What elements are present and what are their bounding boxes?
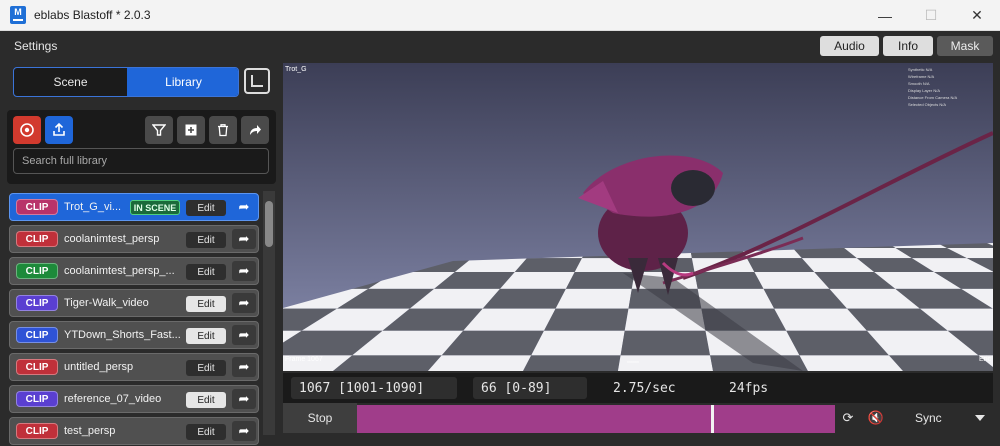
- list-item[interactable]: CLIP YTDown_Shorts_Fast... Edit ➦: [9, 321, 259, 349]
- mask-button[interactable]: Mask: [937, 36, 993, 56]
- fps-readout: 24fps: [729, 381, 769, 396]
- library-scrollbar[interactable]: [263, 191, 275, 435]
- library-toolbar: [7, 110, 276, 184]
- viewport-scene: [283, 63, 993, 371]
- floor-tile: [517, 355, 621, 371]
- local-frame: 66 [0-89]: [473, 377, 587, 399]
- clip-name: reference_07_video: [64, 393, 162, 405]
- frame-label: Frame 1067: [285, 356, 323, 363]
- list-item[interactable]: CLIP coolanimtest_persp Edit ➦: [9, 225, 259, 253]
- playback-info-bar: 1067 [1001-1090] 66 [0-89] 2.75/sec 24fp…: [283, 373, 993, 403]
- list-item[interactable]: CLIP Trot_G_vi... IN SCENE Edit ➦: [9, 193, 259, 221]
- edit-button[interactable]: Edit: [186, 392, 226, 408]
- trash-icon[interactable]: [209, 116, 237, 144]
- tab-scene[interactable]: Scene: [14, 68, 127, 96]
- clip-badge: CLIP: [16, 263, 58, 279]
- floor-tile: [544, 308, 629, 331]
- sync-select[interactable]: Sync: [915, 411, 942, 425]
- clip-badge: CLIP: [16, 359, 58, 375]
- add-icon[interactable]: [177, 116, 205, 144]
- clip-badge: CLIP: [16, 391, 58, 407]
- minimize-button[interactable]: —: [862, 0, 908, 31]
- scene-library-toggle: Scene Library: [13, 67, 239, 97]
- camera-label: Trot_G: [285, 66, 307, 73]
- in-scene-badge: IN SCENE: [130, 200, 180, 215]
- clip-name: YTDown_Shorts_Fast...: [64, 329, 181, 341]
- scrollbar-thumb[interactable]: [265, 201, 273, 247]
- share-icon[interactable]: ➦: [232, 229, 256, 249]
- floor-tile: [889, 355, 993, 371]
- tab-library[interactable]: Library: [127, 68, 238, 96]
- edit-button[interactable]: Edit: [186, 232, 226, 248]
- edit-button[interactable]: Edit: [186, 296, 226, 312]
- clip-badge: CLIP: [16, 327, 58, 343]
- floor-tile: [620, 330, 711, 356]
- library-panel: Scene Library CLIP Trot_G_vi... IN SC: [0, 60, 283, 446]
- edit-button[interactable]: Edit: [186, 200, 226, 216]
- clip-name: Tiger-Walk_video: [64, 297, 149, 309]
- settings-menu[interactable]: Settings: [14, 39, 57, 53]
- upload-icon[interactable]: [45, 116, 73, 144]
- edit-button[interactable]: Edit: [186, 424, 226, 440]
- clip-name: test_persp: [64, 425, 116, 437]
- expand-icon[interactable]: [244, 68, 270, 94]
- timeline-bar: Stop ⟳ 🔇 Sync: [283, 403, 995, 433]
- filter-icon[interactable]: [145, 116, 173, 144]
- share-icon[interactable]: ➦: [232, 325, 256, 345]
- share-icon[interactable]: [241, 116, 269, 144]
- search-field[interactable]: [13, 148, 269, 174]
- clip-name: coolanimtest_persp: [64, 233, 160, 245]
- share-icon[interactable]: ➦: [232, 389, 256, 409]
- info-button[interactable]: Info: [883, 36, 933, 56]
- share-icon[interactable]: ➦: [232, 261, 256, 281]
- list-item[interactable]: CLIP coolanimtest_persp_... Edit ➦: [9, 257, 259, 285]
- clip-name: untitled_persp: [64, 361, 134, 373]
- playhead[interactable]: [711, 405, 714, 433]
- timeline-track[interactable]: [357, 405, 835, 433]
- share-icon[interactable]: ➦: [232, 197, 256, 217]
- 3d-viewport[interactable]: Trot_G Frame 1067 xxxxxx Eric Synthetic …: [283, 63, 993, 371]
- list-item[interactable]: CLIP test_persp Edit ➦: [9, 417, 259, 445]
- loop-icon[interactable]: ⟳: [839, 409, 857, 427]
- share-icon[interactable]: ➦: [232, 357, 256, 377]
- playback-speed: 2.75/sec: [613, 381, 676, 396]
- edit-button[interactable]: Edit: [186, 264, 226, 280]
- clip-name: coolanimtest_persp_...: [64, 265, 175, 277]
- clip-name: Trot_G_vi...: [64, 201, 122, 213]
- title-bar: M eblabs Blastoff * 2.0.3 — ☐ ✕: [0, 0, 1000, 31]
- share-icon[interactable]: ➦: [232, 421, 256, 441]
- edit-button[interactable]: Edit: [186, 360, 226, 376]
- clip-badge: CLIP: [16, 423, 58, 439]
- window-title: eblabs Blastoff * 2.0.3: [34, 8, 151, 22]
- record-icon[interactable]: [13, 116, 41, 144]
- chevron-down-icon[interactable]: [975, 415, 985, 421]
- list-item[interactable]: CLIP Tiger-Walk_video Edit ➦: [9, 289, 259, 317]
- list-item[interactable]: CLIP untitled_persp Edit ➦: [9, 353, 259, 381]
- app-logo-icon: M: [10, 6, 26, 24]
- audio-button[interactable]: Audio: [820, 36, 879, 56]
- floor-tile: [531, 330, 625, 356]
- maximize-button[interactable]: ☐: [908, 0, 954, 31]
- close-button[interactable]: ✕: [954, 0, 1000, 31]
- list-item[interactable]: CLIP reference_07_video Edit ➦: [9, 385, 259, 413]
- center-label: xxxxxx: [627, 359, 639, 364]
- library-list: CLIP Trot_G_vi... IN SCENE Edit ➦ CLIP c…: [7, 190, 261, 446]
- clip-badge: CLIP: [16, 295, 58, 311]
- mute-icon[interactable]: 🔇: [867, 409, 885, 427]
- search-input[interactable]: [14, 149, 268, 173]
- stop-button[interactable]: Stop: [283, 403, 357, 433]
- menu-bar: Settings Audio Info Mask: [0, 32, 1000, 60]
- clip-badge: CLIP: [16, 199, 58, 215]
- floor-tile: [565, 272, 635, 289]
- viewport-stats: Synthetic N/A Wireframe N/A Smooth N/A D…: [908, 67, 958, 107]
- floor-tile: [694, 272, 764, 289]
- share-icon[interactable]: ➦: [232, 293, 256, 313]
- corner-label: Eric: [979, 356, 992, 363]
- floor-tile: [555, 288, 632, 309]
- frame-range: 1067 [1001-1090]: [291, 377, 457, 399]
- edit-button[interactable]: Edit: [186, 328, 226, 344]
- clip-badge: CLIP: [16, 231, 58, 247]
